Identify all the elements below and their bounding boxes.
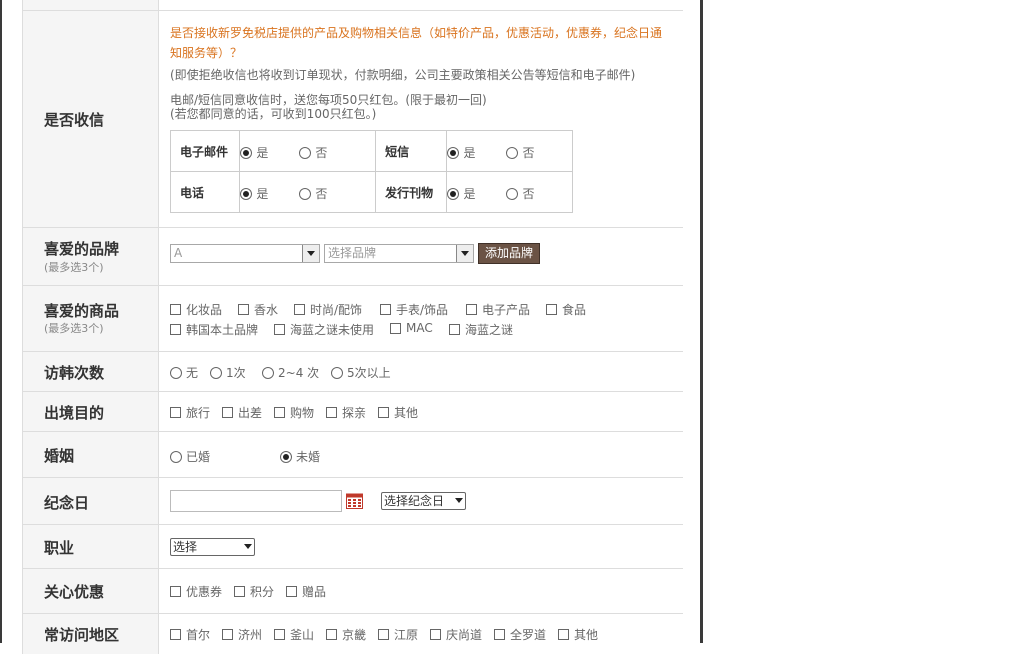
chevron-down-icon (456, 245, 473, 262)
visits-option[interactable]: 2~4 次 (262, 364, 319, 381)
visits-label: 访韩次数 (44, 364, 105, 382)
subscription-row: 是否收信 是否接收新罗免税店提供的产品及购物相关信息（如特价产品，优惠活动，优惠… (22, 11, 683, 228)
purpose-option[interactable]: 购物 (274, 404, 314, 421)
job-label: 职业 (44, 539, 75, 557)
products-label: 喜爱的商品 (44, 302, 120, 320)
region-option[interactable]: 釜山 (274, 626, 314, 643)
chevron-down-icon (244, 544, 252, 549)
region-option[interactable]: 济州 (222, 626, 262, 643)
region-option[interactable]: 首尔 (170, 626, 210, 643)
region-option[interactable]: 京畿 (326, 626, 366, 643)
subscription-notice-line1: 是否接收新罗免税店提供的产品及购物相关信息（如特价产品，优惠活动，优惠券，纪念日… (170, 26, 663, 40)
subscription-note: (即使拒绝收信也将收到订单现状，付款明细，公司主要政策相关公告等短信和电子邮件) (170, 68, 636, 82)
purpose-option[interactable]: 出差 (222, 404, 262, 421)
email-no[interactable]: 否 (299, 144, 327, 161)
interest-option[interactable]: 赠品 (286, 583, 326, 600)
product-option[interactable]: 手表/饰品 (380, 301, 448, 318)
interest-option[interactable]: 优惠券 (170, 583, 222, 600)
brand-letter-select[interactable]: A (170, 244, 320, 263)
marriage-single[interactable]: 未婚 (280, 448, 320, 465)
channel-publication-label: 发行刊物 (375, 171, 448, 213)
calendar-icon[interactable] (346, 492, 363, 509)
brand-row: 喜爱的品牌 (最多选3个) A 选择品牌 添加品牌 (22, 228, 683, 286)
product-option[interactable]: 电子产品 (466, 301, 530, 318)
sms-no-radio[interactable] (506, 146, 519, 159)
publication-yes-radio[interactable] (447, 187, 460, 200)
anniversary-row: 纪念日 选择纪念日 (22, 478, 683, 525)
phone-no[interactable]: 否 (299, 185, 327, 202)
chevron-down-icon (455, 498, 463, 503)
anniversary-date-input[interactable] (170, 490, 342, 512)
marriage-married[interactable]: 已婚 (170, 448, 210, 465)
regions-label: 常访问地区 (44, 626, 120, 644)
visits-option[interactable]: 无 (170, 364, 198, 381)
product-option[interactable]: 韩国本土品牌 (170, 321, 258, 338)
product-option[interactable]: MAC (390, 321, 433, 335)
purpose-option[interactable]: 旅行 (170, 404, 210, 421)
purpose-label: 出境目的 (44, 404, 105, 422)
publication-no-radio[interactable] (506, 187, 519, 200)
product-option[interactable]: 时尚/配饰 (294, 301, 362, 318)
marriage-label: 婚姻 (44, 447, 75, 465)
regions-row: 常访问地区 首尔 济州 釜山 京畿 江原 庆尚道 全罗道 其他 (22, 614, 683, 654)
brand-select[interactable]: 选择品牌 (324, 244, 474, 263)
product-option[interactable]: 化妆品 (170, 301, 222, 318)
visits-option[interactable]: 5次以上 (331, 364, 391, 381)
purpose-option[interactable]: 探亲 (326, 404, 366, 421)
product-option[interactable]: 食品 (546, 301, 586, 318)
email-no-radio[interactable] (299, 146, 312, 159)
purpose-option[interactable]: 其他 (378, 404, 418, 421)
prev-row (22, 0, 683, 11)
job-row: 职业 选择 (22, 525, 683, 569)
channel-phone-label: 电话 (169, 171, 241, 213)
marriage-row: 婚姻 已婚 未婚 (22, 432, 683, 478)
sms-yes-radio[interactable] (447, 146, 460, 159)
subscription-notice-line2: 知服务等）？ (170, 46, 243, 60)
interest-row: 关心优惠 优惠券 积分 赠品 (22, 569, 683, 614)
region-option[interactable]: 全罗道 (494, 626, 546, 643)
email-yes-radio[interactable] (240, 146, 253, 159)
product-option[interactable]: 海蓝之谜未使用 (274, 321, 374, 338)
interest-option[interactable]: 积分 (234, 583, 274, 600)
region-option[interactable]: 庆尚道 (430, 626, 482, 643)
phone-yes-radio[interactable] (240, 187, 253, 200)
products-row: 喜爱的商品 (最多选3个) 化妆品 香水 时尚/配饰 手表/饰品 电子产品 食品… (22, 286, 683, 352)
channel-table: 电子邮件 是 否 短信 是 否 电话 是 否 发行刊物 是 否 (169, 130, 573, 214)
region-option[interactable]: 其他 (558, 626, 598, 643)
product-option[interactable]: 香水 (238, 301, 278, 318)
anniversary-label: 纪念日 (44, 494, 90, 512)
channel-sms-label: 短信 (375, 130, 448, 172)
add-brand-button[interactable]: 添加品牌 (478, 243, 541, 264)
publication-no[interactable]: 否 (506, 185, 534, 202)
sms-no[interactable]: 否 (506, 144, 534, 161)
sms-yes[interactable]: 是 (447, 144, 475, 161)
brand-sublabel: (最多选3个) (44, 261, 104, 274)
visits-row: 访韩次数 无 1次 2~4 次 5次以上 (22, 352, 683, 392)
channel-email-label: 电子邮件 (169, 130, 241, 172)
phone-no-radio[interactable] (299, 187, 312, 200)
product-option[interactable]: 海蓝之谜 (449, 321, 513, 338)
visits-option[interactable]: 1次 (210, 364, 246, 381)
chevron-down-icon (302, 245, 319, 262)
email-yes[interactable]: 是 (240, 144, 268, 161)
brand-label: 喜爱的品牌 (44, 240, 120, 258)
anniversary-select[interactable]: 选择纪念日 (381, 492, 466, 510)
phone-yes[interactable]: 是 (240, 185, 268, 202)
publication-yes[interactable]: 是 (447, 185, 475, 202)
purpose-row: 出境目的 旅行 出差 购物 探亲 其他 (22, 392, 683, 432)
region-option[interactable]: 江原 (378, 626, 418, 643)
reward-line2: (若您都同意的话，可收到100只红包。) (170, 107, 377, 121)
interest-label: 关心优惠 (44, 583, 105, 601)
job-select[interactable]: 选择 (170, 538, 255, 556)
products-sublabel: (最多选3个) (44, 322, 104, 335)
subscription-label: 是否收信 (44, 111, 105, 129)
